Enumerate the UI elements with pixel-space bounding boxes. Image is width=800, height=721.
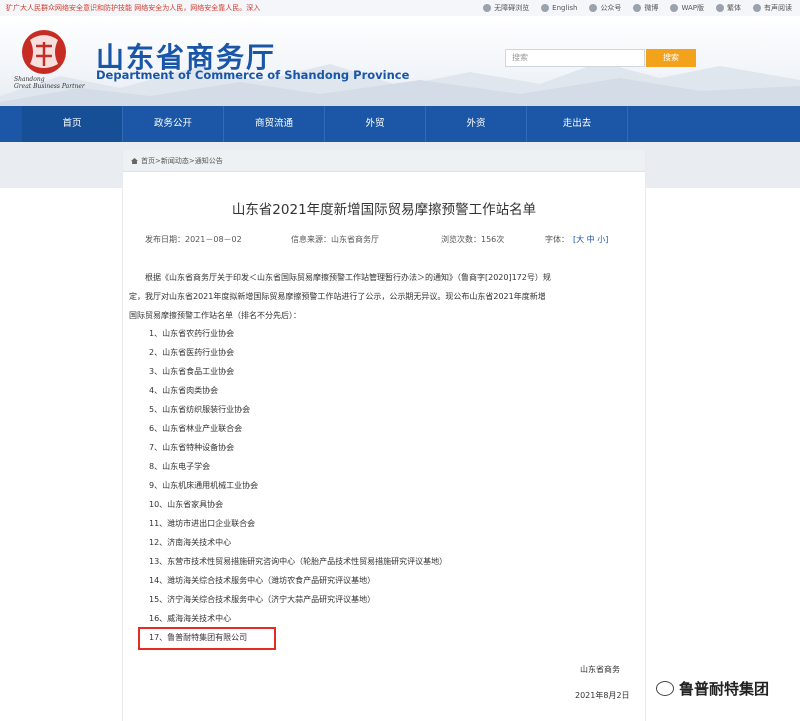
list-item: 1、山东省农药行业协会 <box>149 329 235 338</box>
signature-org: 山东省商务 <box>580 665 620 674</box>
article-body: 根据《山东省商务厅关于印发＜山东省国际贸易摩擦预警工作站管理暂行办法＞的通知》（… <box>129 268 629 325</box>
list-item: 14、潍坊海关综合技术服务中心（潍坊农食产品研究评议基地） <box>149 576 376 585</box>
info-source: 信息来源：山东省商务厅 <box>291 235 379 244</box>
main-nav: 首页 政务公开 商贸流通 外贸 外资 走出去 <box>0 106 800 142</box>
highlight-box <box>138 627 276 650</box>
list-item: 3、山东省食品工业协会 <box>149 367 235 376</box>
traditional-icon <box>716 4 724 12</box>
search-button[interactable]: 搜索 <box>646 49 696 67</box>
news-ticker[interactable]: 犷广大人民群众网络安全意识和防护技能 网络安全为人民，网络安全靠人民。深入 <box>6 0 260 16</box>
list-item: 7、山东省特种设备协会 <box>149 443 235 452</box>
site-title-english: Department of Commerce of Shandong Provi… <box>96 68 410 82</box>
home-icon <box>131 158 138 164</box>
link-audio[interactable]: 有声阅读 <box>753 0 792 16</box>
intro-line-2: 定，我厅对山东省2021年度拟新增国际贸易摩擦预警工作站进行了公示，公示期无异议… <box>129 292 546 301</box>
wechat-icon <box>656 680 674 696</box>
search-input[interactable]: 搜索 <box>505 49 645 67</box>
english-icon <box>541 4 550 12</box>
wechat-watermark: 鲁普耐特集团 <box>656 676 769 700</box>
top-links: 无障碍浏览 English 公众号 微博 WAP版 繁体 有声阅读 <box>483 0 792 16</box>
list-item: 16、威海海关技术中心 <box>149 614 232 623</box>
link-wechat[interactable]: 公众号 <box>589 0 621 16</box>
list-item: 15、济宁海关综合技术服务中心（济宁大蒜产品研究评议基地） <box>149 595 376 604</box>
font-size-switch[interactable]: [大 中 小] <box>573 234 608 245</box>
publish-date: 发布日期：2021－08－02 <box>145 235 242 244</box>
list-item: 4、山东省肉类协会 <box>149 386 219 395</box>
intro-line-3: 国际贸易摩擦预警工作站名单（排名不分先后）： <box>129 311 301 320</box>
link-weibo[interactable]: 微博 <box>633 0 658 16</box>
nav-government-affairs[interactable]: 政务公开 <box>123 106 224 142</box>
wap-icon <box>670 4 679 12</box>
top-utility-bar: 犷广大人民群众网络安全意识和防护技能 网络安全为人民，网络安全靠人民。深入 无障… <box>0 0 800 17</box>
accessibility-icon <box>483 4 492 12</box>
article-title: 山东省2021年度新增国际贸易摩擦预警工作站名单 <box>231 202 537 218</box>
nav-foreign-trade[interactable]: 外贸 <box>325 106 426 142</box>
breadcrumb: 首页>新闻动态>通知公告 <box>123 150 645 172</box>
audio-icon <box>753 4 761 12</box>
list-item: 5、山东省纺织服装行业协会 <box>149 405 251 414</box>
font-size-label: 字体： <box>545 235 569 244</box>
list-item: 2、山东省医药行业协会 <box>149 348 235 357</box>
logo-tagline: Shandong Great Business Partner <box>14 76 85 90</box>
link-accessibility[interactable]: 无障碍浏览 <box>483 0 529 16</box>
link-english[interactable]: English <box>541 0 577 16</box>
wechat-icon <box>589 4 598 12</box>
list-item: 12、济南海关技术中心 <box>149 538 232 547</box>
link-traditional[interactable]: 繁体 <box>716 0 741 16</box>
intro-line-1: 根据《山东省商务厅关于印发＜山东省国际贸易摩擦预警工作站管理暂行办法＞的通知》（… <box>145 273 551 282</box>
nav-going-global[interactable]: 走出去 <box>527 106 628 142</box>
view-count: 浏览次数：156次 <box>441 235 505 244</box>
nav-home[interactable]: 首页 <box>22 106 123 142</box>
nav-foreign-investment[interactable]: 外资 <box>426 106 527 142</box>
signature-date: 2021年8月2日 <box>575 691 630 700</box>
nav-commerce[interactable]: 商贸流通 <box>224 106 325 142</box>
list-item: 10、山东省家具协会 <box>149 500 224 509</box>
list-item: 8、山东电子学会 <box>149 462 211 471</box>
list-item: 6、山东省林业产业联合会 <box>149 424 243 433</box>
list-item: 9、山东机床通用机械工业协会 <box>149 481 259 490</box>
weibo-icon <box>633 4 642 12</box>
site-header: Shandong Great Business Partner 山东省商务厅 D… <box>0 16 800 106</box>
list-item: 11、潍坊市进出口企业联合会 <box>149 519 256 528</box>
list-item: 13、东营市技术性贸易措施研究咨询中心（轮胎产品技术性贸易措施研究评议基地） <box>149 557 448 566</box>
link-wap[interactable]: WAP版 <box>670 0 704 16</box>
